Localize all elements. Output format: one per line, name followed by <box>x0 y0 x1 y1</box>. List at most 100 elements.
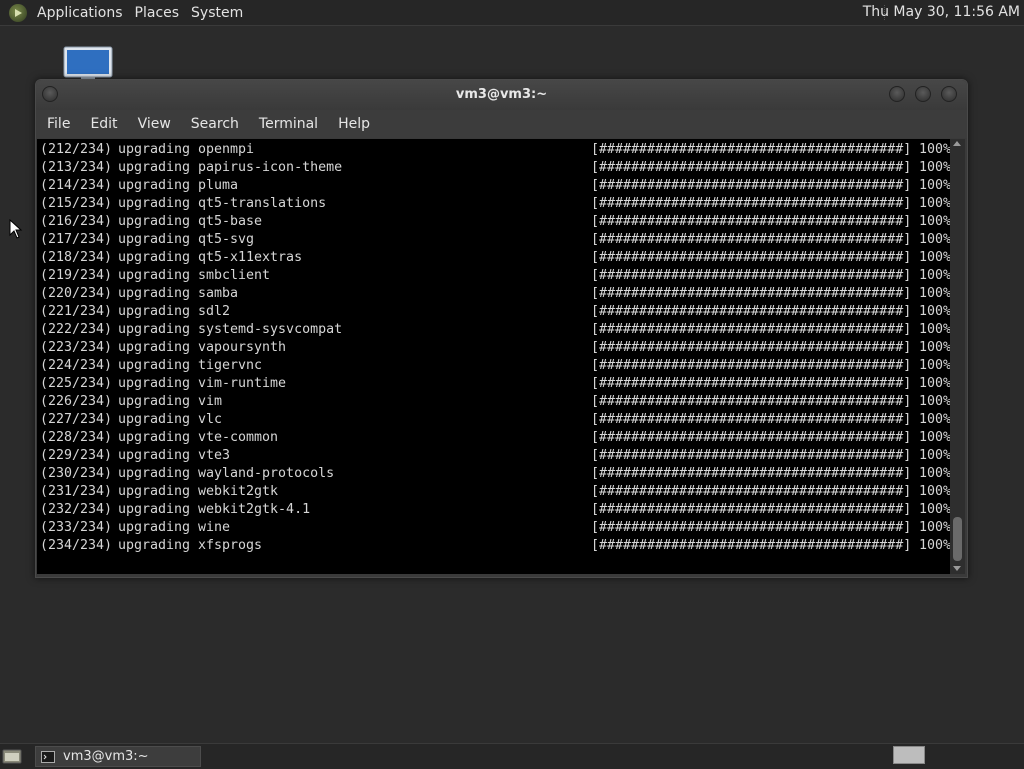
line-percent: 100% <box>919 268 950 283</box>
line-progress-bar: [######################################] <box>591 268 912 283</box>
menu-edit[interactable]: Edit <box>80 116 127 132</box>
line-index: (221/234) <box>40 304 113 319</box>
terminal-line: (227/234) upgrading vlc [##################… <box>40 411 950 429</box>
line-percent: 100% <box>919 142 950 157</box>
line-index: (229/234) <box>40 448 113 463</box>
line-package: webkit2gtk-4.1 <box>198 502 311 517</box>
line-percent: 100% <box>919 394 950 409</box>
terminal-output[interactable]: (212/234) upgrading openmpi [##############… <box>37 139 950 574</box>
menu-help[interactable]: Help <box>328 116 380 132</box>
menu-view[interactable]: View <box>128 116 181 132</box>
line-percent: 100% <box>919 322 950 337</box>
terminal-window: vm3@vm3:~ File Edit View Search Terminal… <box>35 79 968 578</box>
bottom-panel: vm3@vm3:~ <box>0 743 1024 769</box>
line-package: tigervnc <box>198 358 263 373</box>
line-package: vapoursynth <box>198 340 287 355</box>
minimize-button[interactable] <box>889 86 905 102</box>
vertical-scrollbar[interactable] <box>950 139 965 574</box>
terminal-line: (231/234) upgrading webkit2gtk [###########… <box>40 483 950 501</box>
workspace-switcher[interactable] <box>893 746 925 764</box>
scroll-down-arrow-icon[interactable] <box>953 566 961 571</box>
line-index: (227/234) <box>40 412 113 427</box>
close-button[interactable] <box>941 86 957 102</box>
system-menu[interactable]: System <box>185 5 249 21</box>
line-index: (222/234) <box>40 322 113 337</box>
line-index: (218/234) <box>40 250 113 265</box>
line-action: upgrading <box>118 466 191 481</box>
applications-menu[interactable]: Applications <box>31 5 129 21</box>
line-package: papirus-icon-theme <box>198 160 343 175</box>
line-package: systemd-sysvcompat <box>198 322 343 337</box>
line-progress-bar: [######################################] <box>591 142 912 157</box>
line-progress-bar: [######################################] <box>591 358 912 373</box>
line-percent: 100% <box>919 520 950 535</box>
line-progress-bar: [######################################] <box>591 430 912 445</box>
menu-terminal[interactable]: Terminal <box>249 116 328 132</box>
line-progress-bar: [######################################] <box>591 412 912 427</box>
line-index: (216/234) <box>40 214 113 229</box>
line-progress-bar: [######################################] <box>591 376 912 391</box>
menu-search[interactable]: Search <box>181 116 249 132</box>
terminal-line: (230/234) upgrading wayland-protocols [####… <box>40 465 950 483</box>
line-index: (232/234) <box>40 502 113 517</box>
places-menu[interactable]: Places <box>129 5 186 21</box>
line-package: vte-common <box>198 430 279 445</box>
line-action: upgrading <box>118 376 191 391</box>
line-index: (215/234) <box>40 196 113 211</box>
line-progress-bar: [######################################] <box>591 484 912 499</box>
line-percent: 100% <box>919 232 950 247</box>
line-action: upgrading <box>118 502 191 517</box>
taskbar-item-terminal[interactable]: vm3@vm3:~ <box>35 746 201 767</box>
menu-file[interactable]: File <box>36 116 80 132</box>
terminal-line: (215/234) upgrading qt5-translations [#####… <box>40 195 950 213</box>
mouse-cursor-icon <box>9 219 23 239</box>
terminal-line: (214/234) upgrading pluma [################… <box>40 177 950 195</box>
line-progress-bar: [######################################] <box>591 214 912 229</box>
line-progress-bar: [######################################] <box>591 304 912 319</box>
line-percent: 100% <box>919 466 950 481</box>
line-progress-bar: [######################################] <box>591 250 912 265</box>
clock[interactable]: Thu May 30, 11:56 AM <box>863 0 1020 25</box>
line-percent: 100% <box>919 358 950 373</box>
line-package: wayland-protocols <box>198 466 335 481</box>
line-progress-bar: [######################################] <box>591 538 912 553</box>
line-action: upgrading <box>118 142 191 157</box>
line-percent: 100% <box>919 448 950 463</box>
line-action: upgrading <box>118 250 191 265</box>
line-progress-bar: [######################################] <box>591 340 912 355</box>
terminal-line: (223/234) upgrading vapoursynth [##########… <box>40 339 950 357</box>
line-index: (223/234) <box>40 340 113 355</box>
terminal-icon <box>41 750 55 763</box>
line-progress-bar: [######################################] <box>591 160 912 175</box>
window-titlebar[interactable]: vm3@vm3:~ <box>36 80 967 110</box>
line-progress-bar: [######################################] <box>591 196 912 211</box>
line-index: (224/234) <box>40 358 113 373</box>
terminal-line: (233/234) upgrading wine [#################… <box>40 519 950 537</box>
line-progress-bar: [######################################] <box>591 448 912 463</box>
scroll-up-arrow-icon[interactable] <box>953 141 961 146</box>
line-package: samba <box>198 286 239 301</box>
line-action: upgrading <box>118 448 191 463</box>
line-index: (233/234) <box>40 520 113 535</box>
line-package: vim-runtime <box>198 376 287 391</box>
computer-icon[interactable] <box>63 46 113 82</box>
line-percent: 100% <box>919 430 950 445</box>
scrollbar-thumb[interactable] <box>953 517 962 561</box>
menubar: File Edit View Search Terminal Help <box>36 110 967 138</box>
line-progress-bar: [######################################] <box>591 394 912 409</box>
mate-logo-icon[interactable] <box>9 3 27 22</box>
terminal-line: (213/234) upgrading papirus-icon-theme [###… <box>40 159 950 177</box>
line-progress-bar: [######################################] <box>591 232 912 247</box>
terminal-line: (216/234) upgrading qt5-base [#############… <box>40 213 950 231</box>
line-percent: 100% <box>919 376 950 391</box>
line-index: (228/234) <box>40 430 113 445</box>
terminal-line: (224/234) upgrading tigervnc [#############… <box>40 357 950 375</box>
maximize-button[interactable] <box>915 86 931 102</box>
line-progress-bar: [######################################] <box>591 466 912 481</box>
terminal-line: (229/234) upgrading vte3 [#################… <box>40 447 950 465</box>
line-percent: 100% <box>919 304 950 319</box>
line-percent: 100% <box>919 412 950 427</box>
line-action: upgrading <box>118 412 191 427</box>
show-desktop-icon[interactable] <box>2 748 22 764</box>
line-index: (219/234) <box>40 268 113 283</box>
